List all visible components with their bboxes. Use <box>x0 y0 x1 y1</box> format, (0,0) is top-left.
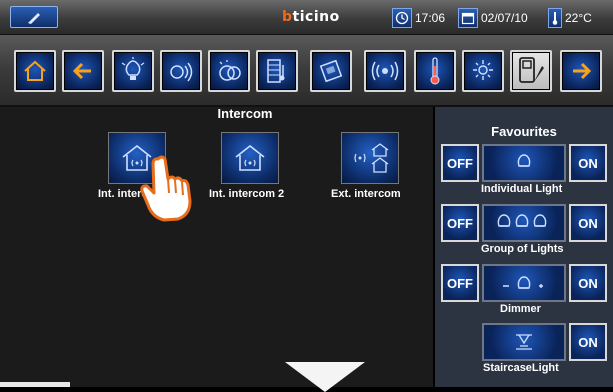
dimmer-label: Dimmer <box>500 303 541 315</box>
lighting-button[interactable] <box>112 50 154 92</box>
multimedia-icon <box>267 59 285 83</box>
back-arrow-icon <box>72 62 91 80</box>
sound-icon <box>371 61 399 81</box>
intercom-button-3[interactable] <box>341 132 399 184</box>
energy-button[interactable] <box>462 50 504 92</box>
individual-light-label: Individual Light <box>481 183 563 195</box>
clock-icon <box>392 8 412 28</box>
temperature-text: 22°C <box>565 11 592 25</box>
individual-light-on-button[interactable]: ON <box>569 144 607 182</box>
group-of-lights-display <box>482 204 566 242</box>
staircase-light-on-button[interactable]: ON <box>569 323 607 361</box>
intercom-button-2[interactable] <box>221 132 279 184</box>
staircase-light-display <box>482 323 566 361</box>
scroll-down-arrow-icon[interactable] <box>285 362 365 392</box>
pointing-hand-cursor <box>140 155 192 222</box>
time-text: 17:06 <box>415 11 446 25</box>
group-of-lights-label: Group of Lights <box>481 243 564 255</box>
favourites-title: Favourites <box>491 124 557 139</box>
intercom-label-2: Int. intercom 2 <box>209 188 285 200</box>
bottom-left-tab <box>0 382 70 387</box>
main-toolbar <box>0 35 613 107</box>
dimmer-display <box>482 264 566 302</box>
top-status-bar: bticino 17:06 02/07/10 22°C <box>0 0 613 35</box>
page-title: Intercom <box>217 106 273 121</box>
video-intercom-button[interactable] <box>510 50 552 92</box>
edit-pen-button[interactable] <box>10 6 58 28</box>
date-text: 02/07/10 <box>481 11 528 25</box>
forward-button[interactable] <box>560 50 602 92</box>
multimedia-button[interactable] <box>256 50 298 92</box>
temperature-button[interactable] <box>414 50 456 92</box>
group-of-lights-off-button[interactable]: OFF <box>441 204 479 242</box>
automation-button[interactable] <box>160 50 202 92</box>
intercom-video-icon <box>519 57 544 83</box>
light-bulb-icon <box>121 57 145 80</box>
home-icon <box>24 60 46 81</box>
automation-icon <box>170 62 193 82</box>
external-intercom-icon <box>354 143 389 173</box>
staircase-light-label: StaircaseLight <box>483 362 559 374</box>
house-intercom-icon <box>235 144 265 171</box>
temperature-status: 22°C <box>548 8 592 28</box>
brand-logo: bticino <box>282 9 340 25</box>
individual-light-off-button[interactable]: OFF <box>441 144 479 182</box>
forward-arrow-icon <box>573 62 592 80</box>
back-button[interactable] <box>62 50 104 92</box>
intercom-icon <box>319 59 343 83</box>
scenario-button[interactable] <box>208 50 250 92</box>
intercom-label-3: Ext. intercom <box>331 188 401 200</box>
dimmer-on-button[interactable]: ON <box>569 264 607 302</box>
calendar-icon <box>458 8 478 28</box>
lamps-group-icon <box>497 214 547 227</box>
home-button[interactable] <box>14 50 56 92</box>
thermometer-icon <box>430 57 440 85</box>
energy-icon <box>473 60 493 80</box>
date-status: 02/07/10 <box>458 8 528 28</box>
dimmer-off-button[interactable]: OFF <box>441 264 479 302</box>
door-entry-button[interactable] <box>310 50 352 92</box>
dimmer-icon <box>503 276 543 289</box>
pen-icon <box>28 13 40 24</box>
sound-system-button[interactable] <box>364 50 406 92</box>
clock-status: 17:06 <box>392 8 445 28</box>
lamp-icon <box>517 154 531 167</box>
group-of-lights-on-button[interactable]: ON <box>569 204 607 242</box>
staircase-light-icon <box>516 334 532 350</box>
scenario-icon <box>219 60 241 81</box>
individual-light-display <box>482 144 566 182</box>
thermometer-small-icon <box>548 8 562 28</box>
